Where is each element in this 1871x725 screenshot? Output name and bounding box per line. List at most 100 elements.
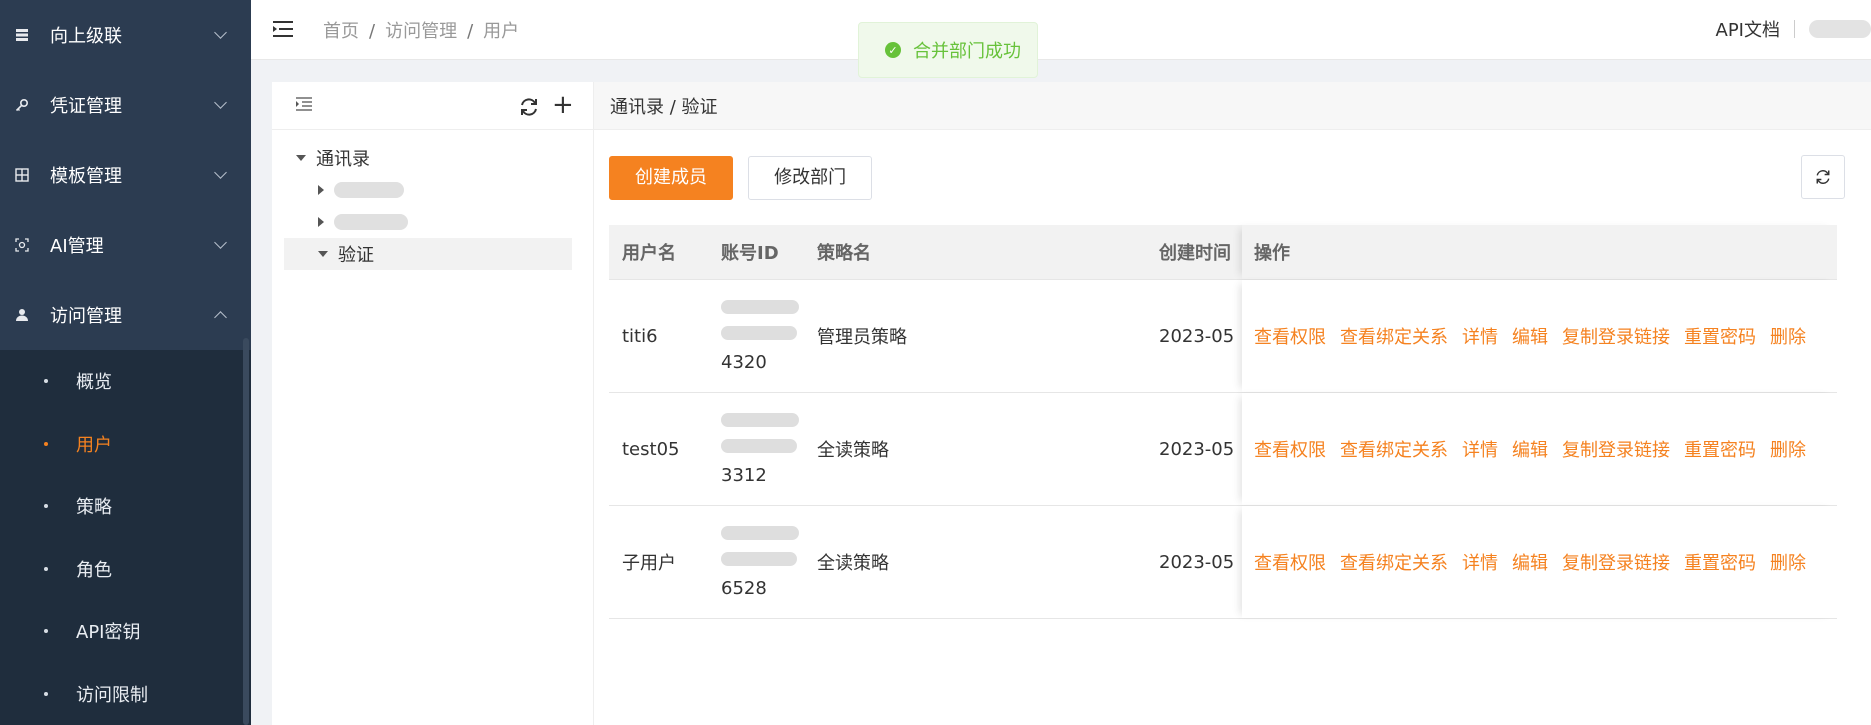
chevron-down-icon (214, 26, 227, 39)
tree-node-selected[interactable]: 验证 (284, 238, 572, 270)
add-department-icon[interactable]: + (552, 92, 574, 118)
table-row: titi6 4320 管理员策略 2023-05 查看权限 查看绑定关系 详情 … (609, 280, 1837, 393)
menu-access[interactable]: 访问管理 (0, 280, 251, 350)
cell-actions: 查看权限 查看绑定关系 详情 编辑 复制登录链接 重置密码 删除 (1242, 393, 1837, 505)
panel-title: 通讯录 / 验证 (594, 82, 1871, 130)
cell-username: 子用户 (622, 553, 676, 574)
chevron-down-icon (214, 96, 227, 109)
edit-department-button[interactable]: 修改部门 (748, 156, 873, 200)
member-panel: 通讯录 / 验证 创建成员 修改部门 用户名 账号ID 策略名 创建时间 操作 … (594, 82, 1871, 725)
create-member-button[interactable]: 创建成员 (609, 156, 733, 200)
cell-actions: 查看权限 查看绑定关系 详情 编辑 复制登录链接 重置密码 删除 (1242, 506, 1837, 618)
bullet-icon (44, 629, 48, 634)
breadcrumb-access[interactable]: 访问管理 (385, 21, 457, 42)
cell-actions: 查看权限 查看绑定关系 详情 编辑 复制登录链接 重置密码 删除 (1242, 280, 1837, 392)
redacted-id (721, 551, 797, 566)
menu-credentials[interactable]: 凭证管理 (0, 70, 251, 140)
submenu-item-policies[interactable]: 策略 (0, 475, 251, 538)
menu-label: 模板管理 (50, 166, 122, 187)
details-link[interactable]: 详情 (1462, 436, 1498, 462)
caret-down-icon[interactable] (296, 155, 306, 161)
breadcrumb: 首页 / 访问管理 / 用户 (323, 17, 519, 43)
top-header: 首页 / 访问管理 / 用户 API文档 (251, 0, 1871, 60)
menu-templates[interactable]: 模板管理 (0, 140, 251, 210)
breadcrumb-separator: / (369, 21, 376, 42)
edit-link[interactable]: 编辑 (1512, 323, 1548, 349)
submenu-label: 角色 (76, 559, 112, 581)
submenu-item-api-keys[interactable]: API密钥 (0, 600, 251, 663)
caret-right-icon[interactable] (318, 185, 324, 195)
account-id-suffix: 3312 (721, 464, 767, 486)
reset-password-link[interactable]: 重置密码 (1684, 549, 1756, 575)
submenu-item-overview[interactable]: 概览 (0, 350, 251, 413)
header-account-id: 账号ID (721, 243, 779, 264)
cell-username: test05 (622, 438, 680, 460)
bullet-icon (44, 441, 48, 446)
menu-label: AI管理 (50, 236, 104, 257)
view-permissions-link[interactable]: 查看权限 (1254, 549, 1326, 575)
table-row: 子用户 6528 全读策略 2023-05 查看权限 查看绑定关系 详情 编辑 … (609, 506, 1837, 619)
cell-created-time: 2023-05 (1159, 325, 1234, 347)
chevron-down-icon (214, 236, 227, 249)
view-bindings-link[interactable]: 查看绑定关系 (1340, 436, 1448, 462)
reset-password-link[interactable]: 重置密码 (1684, 436, 1756, 462)
menu-ai[interactable]: AI管理 (0, 210, 251, 280)
indent-icon[interactable] (296, 97, 312, 115)
menu-cascade[interactable]: 向上级联 (0, 0, 251, 70)
tree-node-label: 验证 (338, 245, 374, 266)
member-table: 用户名 账号ID 策略名 创建时间 操作 titi6 4320 管理员策略 20… (609, 225, 1837, 619)
view-bindings-link[interactable]: 查看绑定关系 (1340, 549, 1448, 575)
submenu-item-access-limits[interactable]: 访问限制 (0, 663, 251, 725)
caret-down-icon[interactable] (318, 251, 328, 257)
copy-login-link[interactable]: 复制登录链接 (1562, 436, 1670, 462)
bullet-icon (44, 504, 48, 509)
access-submenu: 概览 用户 策略 角色 API密钥 访问限制 (0, 350, 251, 725)
sidebar: 向上级联 凭证管理 模板管理 AI管理 访问管理 概览 用户 策略 角色 API… (0, 0, 251, 725)
details-link[interactable]: 详情 (1462, 549, 1498, 575)
submenu-item-users[interactable]: 用户 (0, 413, 251, 476)
refresh-table-button[interactable] (1801, 155, 1845, 199)
refresh-icon (1816, 170, 1830, 184)
user-icon (14, 307, 30, 323)
tree-node-root[interactable]: 通讯录 (284, 142, 593, 174)
sidebar-scrollbar[interactable] (243, 338, 249, 725)
action-buttons: 创建成员 修改部门 (609, 156, 873, 200)
copy-login-link[interactable]: 复制登录链接 (1562, 323, 1670, 349)
user-avatar[interactable] (1809, 20, 1871, 38)
chevron-down-icon (214, 166, 227, 179)
header-right: API文档 (1716, 16, 1871, 42)
tree-node-child[interactable] (284, 174, 593, 206)
redacted-id (721, 325, 797, 340)
delete-link[interactable]: 删除 (1770, 549, 1806, 575)
tree-body: 通讯录 验证 (272, 130, 593, 270)
edit-link[interactable]: 编辑 (1512, 549, 1548, 575)
api-docs-link[interactable]: API文档 (1716, 16, 1780, 42)
breadcrumb-current: 用户 (483, 21, 520, 42)
redacted-id (721, 412, 799, 427)
copy-login-link[interactable]: 复制登录链接 (1562, 549, 1670, 575)
cell-account-id: 3312 (709, 412, 809, 486)
header-username: 用户名 (622, 243, 676, 264)
cell-policy: 全读策略 (817, 553, 889, 574)
toast-message: 合并部门成功 (913, 41, 1021, 62)
breadcrumb-home[interactable]: 首页 (323, 21, 359, 42)
refresh-tree-icon[interactable] (518, 96, 540, 118)
collapse-menu-icon[interactable] (273, 20, 293, 38)
delete-link[interactable]: 删除 (1770, 323, 1806, 349)
server-icon (14, 27, 30, 43)
bullet-icon (44, 566, 48, 571)
view-permissions-link[interactable]: 查看权限 (1254, 436, 1326, 462)
cell-username: titi6 (622, 325, 658, 347)
edit-link[interactable]: 编辑 (1512, 436, 1548, 462)
view-permissions-link[interactable]: 查看权限 (1254, 323, 1326, 349)
view-bindings-link[interactable]: 查看绑定关系 (1340, 323, 1448, 349)
reset-password-link[interactable]: 重置密码 (1684, 323, 1756, 349)
details-link[interactable]: 详情 (1462, 323, 1498, 349)
chevron-up-icon (214, 311, 227, 324)
bullet-icon (44, 691, 48, 696)
caret-right-icon[interactable] (318, 217, 324, 227)
submenu-item-roles[interactable]: 角色 (0, 538, 251, 601)
tree-node-child[interactable] (284, 206, 593, 238)
delete-link[interactable]: 删除 (1770, 436, 1806, 462)
bullet-icon (44, 379, 48, 384)
